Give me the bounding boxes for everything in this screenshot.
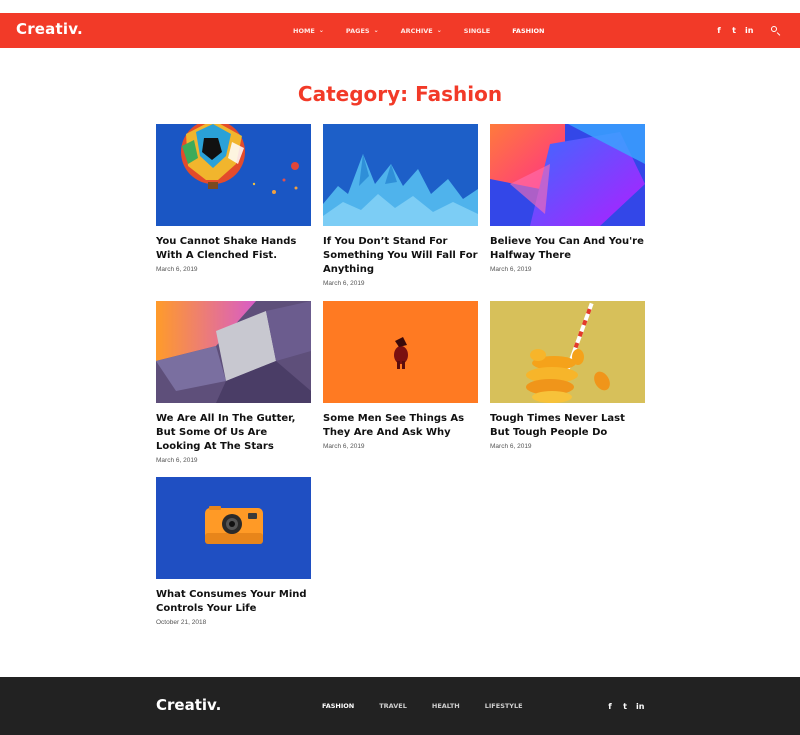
post-card: Tough Times Never Last But Tough People … (490, 301, 645, 450)
post-card: Some Men See Things As They Are And Ask … (323, 301, 478, 450)
post-title[interactable]: We Are All In The Gutter, But Some Of Us… (156, 412, 311, 454)
post-card: We Are All In The Gutter, But Some Of Us… (156, 301, 311, 464)
footer-nav-health[interactable]: HEALTH (432, 702, 460, 710)
post-thumbnail[interactable] (490, 301, 645, 403)
linkedin-icon[interactable]: in (636, 702, 644, 711)
post-thumbnail[interactable] (490, 124, 645, 226)
post-title[interactable]: Tough Times Never Last But Tough People … (490, 412, 645, 440)
post-title[interactable]: What Consumes Your Mind Controls Your Li… (156, 588, 311, 616)
nav-item-archive[interactable]: ARCHIVE ⌄ (401, 27, 442, 35)
footer-nav: FASHION TRAVEL HEALTH LIFESTYLE (322, 677, 548, 735)
header-social: f t in (708, 13, 780, 48)
chevron-down-icon: ⌄ (373, 27, 379, 34)
post-date: March 6, 2019 (156, 457, 198, 464)
post-thumbnail[interactable] (323, 301, 478, 403)
post-date: March 6, 2019 (156, 266, 198, 273)
post-date: March 6, 2019 (490, 443, 532, 450)
footer-social: f t in (606, 677, 651, 735)
nav-item-label: HOME (293, 26, 315, 35)
footer-nav-fashion[interactable]: FASHION (322, 702, 354, 710)
facebook-icon[interactable]: f (715, 26, 723, 35)
page-title: Category: Fashion (297, 82, 503, 106)
post-date: March 6, 2019 (323, 443, 365, 450)
linkedin-icon[interactable]: in (745, 26, 753, 35)
footer: Creativ. FASHION TRAVEL HEALTH LIFESTYLE… (0, 677, 800, 735)
nav-item-pages[interactable]: PAGES ⌄ (346, 27, 379, 35)
search-icon[interactable] (771, 26, 780, 36)
post-card: If You Don’t Stand For Something You Wil… (323, 124, 478, 287)
twitter-icon[interactable]: t (621, 702, 629, 711)
chevron-down-icon: ⌄ (318, 27, 324, 34)
nav-item-fashion[interactable]: FASHION (512, 27, 544, 35)
footer-logo[interactable]: Creativ. (156, 696, 221, 714)
post-title[interactable]: Some Men See Things As They Are And Ask … (323, 412, 478, 440)
post-thumbnail[interactable] (156, 301, 311, 403)
nav-item-home[interactable]: HOME ⌄ (293, 27, 324, 35)
post-date: March 6, 2019 (323, 280, 365, 287)
nav-item-label: SINGLE (463, 26, 491, 35)
main-nav: HOME ⌄ PAGES ⌄ ARCHIVE ⌄ SINGLE FASHION (293, 13, 566, 48)
post-title[interactable]: You Cannot Shake Hands With A Clenched F… (156, 235, 311, 263)
top-bar: Creativ. HOME ⌄ PAGES ⌄ ARCHIVE ⌄ SINGLE… (0, 13, 800, 48)
chevron-down-icon: ⌄ (436, 27, 442, 34)
post-title[interactable]: Believe You Can And You're Halfway There (490, 235, 645, 263)
post-card: You Cannot Shake Hands With A Clenched F… (156, 124, 311, 273)
nav-item-label: FASHION (512, 26, 545, 35)
post-date: October 21, 2018 (156, 619, 207, 626)
facebook-icon[interactable]: f (606, 702, 614, 711)
footer-nav-travel[interactable]: TRAVEL (379, 702, 407, 710)
post-date: March 6, 2019 (490, 266, 532, 273)
post-title[interactable]: If You Don’t Stand For Something You Wil… (323, 235, 478, 277)
post-card: What Consumes Your Mind Controls Your Li… (156, 477, 311, 626)
nav-item-label: ARCHIVE (400, 26, 433, 35)
post-thumbnail[interactable] (323, 124, 478, 226)
nav-item-single[interactable]: SINGLE (464, 27, 490, 35)
post-card: Believe You Can And You're Halfway There… (490, 124, 645, 273)
site-logo[interactable]: Creativ. (16, 20, 83, 38)
post-thumbnail[interactable] (156, 124, 311, 226)
footer-nav-lifestyle[interactable]: LIFESTYLE (485, 702, 523, 710)
nav-item-label: PAGES (345, 26, 370, 35)
post-thumbnail[interactable] (156, 477, 311, 579)
twitter-icon[interactable]: t (730, 26, 738, 35)
